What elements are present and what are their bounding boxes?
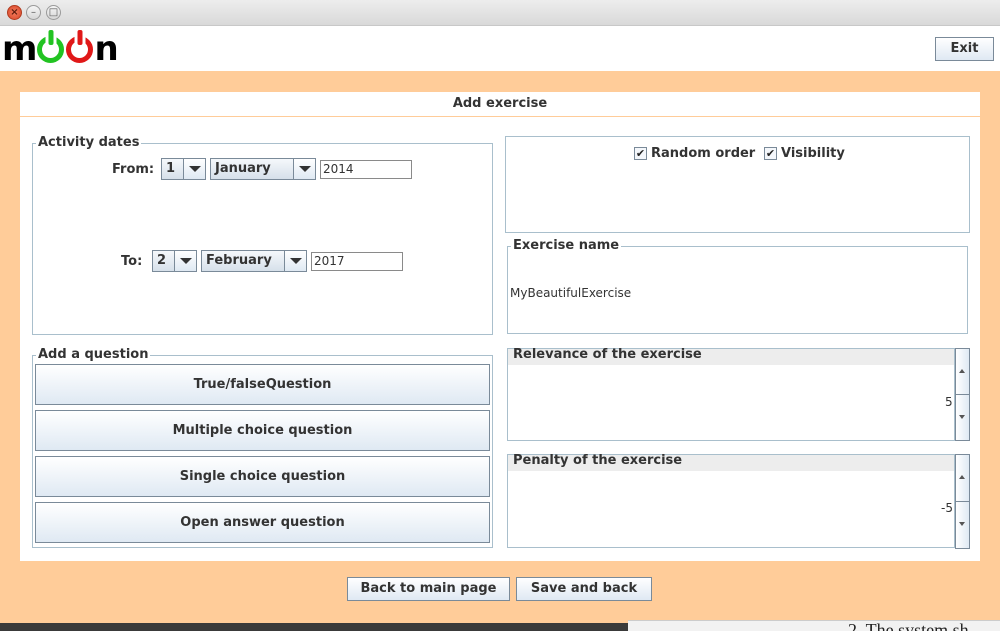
back-to-main-page-button[interactable]: Back to main page (347, 577, 510, 601)
visibility-checkbox[interactable]: ✔ Visibility (764, 146, 845, 161)
activity-dates-legend: Activity dates (36, 135, 142, 150)
from-day-select[interactable]: 1 (161, 158, 206, 180)
background-document-text: 2. The system sh (628, 620, 1000, 631)
exercise-name-legend: Exercise name (511, 238, 622, 253)
page-title: Add exercise (20, 92, 980, 116)
from-year-field[interactable]: 2014 (320, 160, 412, 179)
relevance-value: 5 (945, 395, 953, 409)
to-day-select[interactable]: 2 (152, 250, 197, 272)
chevron-down-icon[interactable] (293, 159, 315, 179)
exit-button[interactable]: Exit (935, 37, 994, 61)
multiple-choice-question-button[interactable]: Multiple choice question (35, 410, 490, 451)
exercise-name-input[interactable]: MyBeautifulExercise (510, 286, 631, 300)
moon-logo: mn (2, 29, 119, 69)
window-titlebar: × – □ (0, 0, 1000, 26)
relevance-legend: Relevance of the exercise (513, 347, 702, 362)
background-window (0, 623, 628, 631)
chevron-down-icon[interactable] (183, 159, 205, 179)
chevron-up-icon[interactable] (956, 455, 969, 502)
relevance-stepper[interactable] (955, 348, 970, 441)
chevron-down-icon[interactable] (956, 395, 969, 441)
random-order-label: Random order (651, 146, 756, 161)
visibility-label: Visibility (781, 146, 845, 161)
random-order-checkbox[interactable]: ✔ Random order (634, 146, 755, 161)
penalty-value: -5 (941, 501, 953, 515)
checkmark-icon[interactable]: ✔ (634, 147, 647, 160)
chevron-down-icon[interactable] (284, 251, 306, 271)
checkmark-icon[interactable]: ✔ (764, 147, 777, 160)
maximize-icon[interactable]: □ (46, 5, 61, 20)
to-year-field[interactable]: 2017 (311, 252, 403, 271)
chevron-down-icon[interactable] (956, 502, 969, 549)
add-question-legend: Add a question (36, 347, 151, 362)
power-icon-red (66, 36, 94, 63)
to-day-value: 2 (157, 253, 167, 268)
chevron-up-icon[interactable] (956, 349, 969, 395)
chevron-down-icon[interactable] (174, 251, 196, 271)
power-icon-green (37, 36, 65, 63)
from-day-value: 1 (166, 161, 176, 176)
true-false-question-button[interactable]: True/falseQuestion (35, 364, 490, 405)
to-label: To: (121, 254, 143, 269)
app-header: mn (0, 26, 1000, 71)
to-month-value: February (206, 253, 272, 268)
from-month-select[interactable]: January (210, 158, 316, 180)
from-label: From: (112, 162, 155, 177)
to-month-select[interactable]: February (201, 250, 307, 272)
open-answer-question-button[interactable]: Open answer question (35, 502, 490, 543)
penalty-stepper[interactable] (955, 454, 970, 549)
minimize-icon[interactable]: – (26, 5, 41, 20)
penalty-spinner-field[interactable] (507, 454, 955, 548)
close-icon[interactable]: × (7, 5, 22, 20)
penalty-legend: Penalty of the exercise (513, 453, 683, 468)
from-month-value: January (215, 161, 271, 176)
save-and-back-button[interactable]: Save and back (516, 577, 652, 601)
single-choice-question-button[interactable]: Single choice question (35, 456, 490, 497)
